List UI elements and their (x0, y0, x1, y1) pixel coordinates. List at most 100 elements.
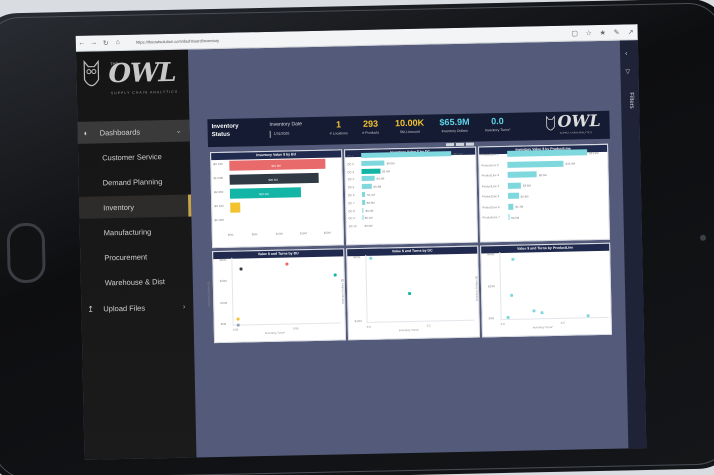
back-icon[interactable]: ← (76, 40, 88, 47)
bar[interactable] (362, 207, 364, 213)
forward-icon[interactable]: → (88, 39, 100, 46)
bar[interactable] (361, 151, 452, 158)
sidebar-dashboards-label: Dashboards (99, 127, 141, 137)
reading-view-icon[interactable]: ▢ (568, 29, 582, 37)
sidebar-item-label: Manufacturing (103, 226, 152, 237)
scatter-point[interactable] (408, 291, 412, 296)
scatter-point[interactable] (236, 323, 240, 327)
sidebar-item-procurement[interactable]: Procurement (80, 245, 192, 269)
kpi-label: # Products (362, 130, 380, 135)
scatter-point[interactable] (333, 273, 337, 277)
scatter-point[interactable] (369, 256, 373, 260)
scatter-point[interactable] (510, 293, 514, 297)
favorite-star-icon[interactable]: ☆ (582, 29, 596, 37)
bar-value-label: $30.9M (453, 151, 463, 157)
bar[interactable] (361, 168, 381, 174)
report-logo: OWL SUPPLY CHAIN ANALYTICS (545, 111, 605, 138)
bar-category-label: DC 1 (347, 154, 354, 159)
x-tick-label: 0.00 (232, 327, 239, 332)
bar-category-label: BU 400 (214, 203, 224, 209)
bar[interactable] (361, 176, 375, 182)
bar-category-label: DC 6 (347, 193, 355, 198)
sidebar-item-label: Warehouse & Dist (104, 276, 166, 287)
filters-label: Filters (627, 92, 635, 109)
sidebar-item-manufacturing[interactable]: Manufacturing (80, 220, 192, 244)
bar[interactable] (361, 160, 385, 166)
scatter-point[interactable] (239, 267, 243, 271)
chevron-down-icon: ⌄ (175, 127, 182, 135)
share-icon[interactable]: ↗ (624, 28, 638, 36)
bar-category-label: DC 9 (348, 216, 355, 221)
home-icon[interactable]: ⌂ (112, 39, 124, 46)
y-tick-label: $20M (219, 279, 227, 284)
page-tab[interactable] (445, 143, 455, 147)
y-tick-label: $30M (219, 257, 227, 262)
kpi-inventory-turns: 0.0 Inventory Turns* (479, 116, 515, 133)
bar-value-label: $0.4M (365, 208, 374, 213)
kpi-value: $65.9M (439, 116, 470, 128)
bar[interactable] (362, 199, 365, 205)
panel-value-by-productline: Inventory Value $ by ProductLine Product… (478, 143, 611, 243)
reload-icon[interactable]: ↻ (100, 39, 112, 47)
bar[interactable] (361, 191, 366, 197)
scatter-point[interactable] (511, 257, 515, 261)
scatter-point[interactable] (285, 262, 289, 266)
axis-tick-label: $0M (227, 232, 234, 237)
bar-value-label: $2.9M (520, 193, 529, 199)
home-button (6, 222, 46, 284)
scatter-point[interactable] (506, 315, 510, 319)
kpi-locations: 1 # Locations (323, 119, 353, 136)
sidebar-dashboards-group[interactable]: ◐ Dashboards ⌄ (77, 119, 190, 144)
scatter-point[interactable] (540, 311, 544, 315)
bar[interactable] (507, 160, 564, 168)
bar[interactable] (508, 192, 519, 199)
sidebar-item-demand-planning[interactable]: Demand Planning (78, 170, 190, 194)
bar[interactable] (507, 149, 588, 157)
sidebar-item-warehouse-dist[interactable]: Warehouse & Dist (81, 270, 193, 294)
kpi-inventory-dollars: $65.9M Inventory Dollars (433, 117, 475, 134)
y-tick-label: $40M (487, 252, 495, 257)
kpi-value: 293 (362, 118, 379, 129)
scatter-point[interactable] (236, 317, 240, 321)
bar-category-label: ProductLine 4 (481, 183, 500, 188)
brand-logo[interactable]: THE OWL SUPPLY CHAIN ANALYTICS (82, 58, 183, 104)
bar-category-label: ProductLine 1 (481, 152, 499, 157)
y-tick-label: $10M (354, 319, 362, 324)
notes-icon[interactable]: ✎ (610, 28, 624, 36)
favorites-icon[interactable]: ★ (596, 28, 610, 36)
sidebar-item-inventory[interactable]: Inventory (78, 194, 192, 219)
sidebar-upload-label: Upload Files (103, 303, 146, 313)
bar[interactable] (508, 203, 514, 210)
kpi-value: 0.0 (491, 115, 504, 127)
bar-value-label: $1.4M (515, 204, 524, 209)
bar-category-label: ProductLine 5 (482, 194, 500, 199)
bar-category-label: ProductLine 3 (481, 173, 499, 178)
sidebar-item-customer-service[interactable]: Customer Service (78, 145, 190, 169)
scatter-point[interactable] (586, 314, 590, 318)
bar-value-label: $0.2M (511, 215, 520, 220)
page-tab[interactable] (465, 142, 475, 146)
bar[interactable] (361, 183, 372, 190)
page-navigator[interactable] (445, 142, 475, 147)
kpi-label: SKU Amount (399, 129, 420, 135)
bar[interactable] (507, 171, 537, 178)
bar[interactable] (507, 182, 522, 189)
y-axis-title: Inventory Dollars ($) (340, 278, 345, 305)
x-tick-label: 0.05 (292, 326, 299, 331)
kpi-products: 293 # Products (355, 118, 385, 135)
bar[interactable] (508, 213, 510, 220)
axis-tick-label: $10M (275, 231, 283, 236)
bar-category-label: DC 8 (348, 208, 355, 213)
bar[interactable] (230, 202, 241, 213)
brand-tagline: SUPPLY CHAIN ANALYTICS (110, 89, 179, 96)
inventory-date-slicer[interactable]: 1/31/2020 (269, 129, 318, 138)
owl-logo-icon (546, 115, 555, 131)
sidebar-item-label: Demand Planning (102, 176, 163, 187)
page-tab[interactable] (455, 142, 465, 146)
scatter-point[interactable] (532, 309, 536, 313)
kpi-sku-amount: 10.00K SKU Amount (389, 118, 429, 135)
bu-scatter-chart: $30M $20M $10M $0M 0.00 0.05 Inventory Turns* I… (206, 255, 343, 335)
sidebar-upload-files[interactable]: ↥ Upload Files › (81, 296, 193, 320)
productline-scatter-chart: $40M $20M $0M 0.0 0.5 Inventory Turns* Invento… (474, 249, 609, 329)
collapse-arrow-icon[interactable]: ‹ (625, 50, 627, 57)
